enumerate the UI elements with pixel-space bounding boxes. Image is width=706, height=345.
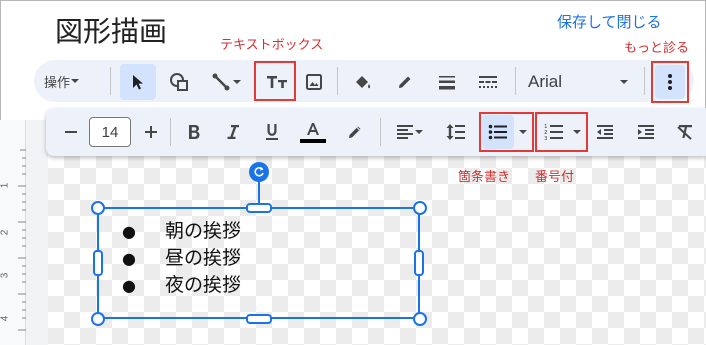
annotation-textbox: テキストボックス (220, 38, 324, 53)
align-icon (397, 125, 413, 139)
image-tool-button[interactable] (300, 64, 328, 100)
actions-label: 操作 (44, 75, 71, 91)
paint-bucket-icon (356, 76, 371, 89)
list-item[interactable]: 朝の挨拶 (122, 218, 241, 245)
annotation-bullet-list: 箇条書き (458, 170, 511, 185)
toolbar-divider (170, 118, 171, 146)
resize-handle-left[interactable] (93, 250, 103, 276)
minus-icon (65, 131, 77, 133)
text-color-icon (307, 122, 319, 135)
resize-handle-bottom-left[interactable] (91, 312, 105, 326)
bold-icon (189, 125, 200, 139)
annotation-more: もっと診る (624, 41, 690, 56)
save-and-close-button[interactable]: 保存して閉じる (557, 11, 662, 32)
ruler-label: 2 (0, 229, 11, 236)
resize-handle-bottom[interactable] (246, 314, 272, 324)
font-size-value: 14 (101, 123, 119, 141)
font-size-decrease-button[interactable] (58, 117, 84, 147)
chevron-down-icon (415, 130, 423, 134)
list-item[interactable]: 夜の挨拶 (122, 272, 241, 299)
drawing-title: 図形描画 (55, 15, 168, 48)
toolbar-divider (515, 67, 516, 95)
chevron-down-icon (620, 80, 628, 84)
border-weight-button[interactable] (432, 64, 462, 100)
line-tool-button[interactable] (202, 64, 250, 100)
resize-handle-top[interactable] (246, 203, 272, 213)
ruler-label: 1 (0, 182, 11, 189)
line-spacing-button[interactable] (441, 117, 471, 147)
font-select[interactable]: Arial (528, 64, 633, 100)
resize-handle-top-right[interactable] (413, 201, 427, 215)
toolbar-divider (337, 67, 338, 95)
font-size-input[interactable]: 14 (89, 117, 131, 147)
fill-color-button[interactable] (346, 64, 378, 100)
textbox-tool-highlight (254, 61, 296, 101)
underline-button[interactable] (259, 117, 285, 147)
select-tool-button[interactable] (120, 64, 156, 100)
increase-indent-icon (638, 125, 654, 139)
ruler-label: 3 (0, 272, 11, 279)
clear-formatting-icon (677, 125, 692, 140)
resize-handle-bottom-right[interactable] (413, 312, 427, 326)
increase-indent-button[interactable] (632, 117, 660, 147)
font-size-increase-button[interactable] (138, 117, 164, 147)
italic-button[interactable] (220, 117, 246, 147)
bold-button[interactable] (181, 117, 207, 147)
shape-icon (170, 73, 188, 91)
rotate-handle[interactable] (249, 162, 269, 182)
border-dash-button[interactable] (472, 64, 504, 100)
toolbar-divider (644, 67, 645, 95)
bulleted-list[interactable]: 朝の挨拶 昼の挨拶 夜の挨拶 (122, 218, 241, 299)
annotation-numbered-list: 番号付 (535, 170, 575, 185)
text-color-swatch (300, 138, 326, 143)
decrease-indent-icon (597, 125, 613, 139)
line-icon (212, 73, 230, 91)
numbered-list-highlight (535, 112, 588, 152)
cursor-arrow-icon (133, 75, 143, 90)
pencil-icon (399, 76, 411, 88)
chevron-down-icon (233, 80, 241, 84)
toolbar-divider (380, 118, 381, 146)
text-color-button[interactable] (298, 115, 328, 149)
more-button-highlight (651, 61, 689, 103)
bulleted-list-highlight (479, 112, 534, 152)
resize-handle-right[interactable] (414, 250, 424, 276)
align-button[interactable] (389, 117, 431, 147)
vertical-ruler: 1 2 3 4 (0, 120, 26, 345)
line-spacing-icon (446, 124, 465, 140)
line-weight-icon (439, 76, 455, 90)
decrease-indent-button[interactable] (591, 117, 619, 147)
rotate-handle-icon (254, 167, 264, 177)
resize-handle-top-left[interactable] (91, 201, 105, 215)
font-name: Arial (528, 72, 563, 91)
highlight-color-button[interactable] (340, 117, 370, 147)
ruler-label: 4 (0, 315, 11, 322)
toolbar-divider (110, 67, 111, 95)
clear-formatting-button[interactable] (671, 117, 699, 147)
border-color-button[interactable] (390, 64, 420, 100)
actions-menu-button[interactable]: 操作 (44, 68, 80, 94)
chevron-down-icon (71, 79, 80, 83)
italic-icon (227, 125, 239, 139)
underline-icon (266, 124, 278, 140)
shape-tool-button[interactable] (162, 64, 196, 100)
list-item[interactable]: 昼の挨拶 (122, 245, 241, 272)
plus-icon (145, 126, 157, 138)
image-icon (306, 74, 322, 90)
line-dash-icon (479, 76, 497, 88)
highlight-icon (349, 126, 361, 138)
